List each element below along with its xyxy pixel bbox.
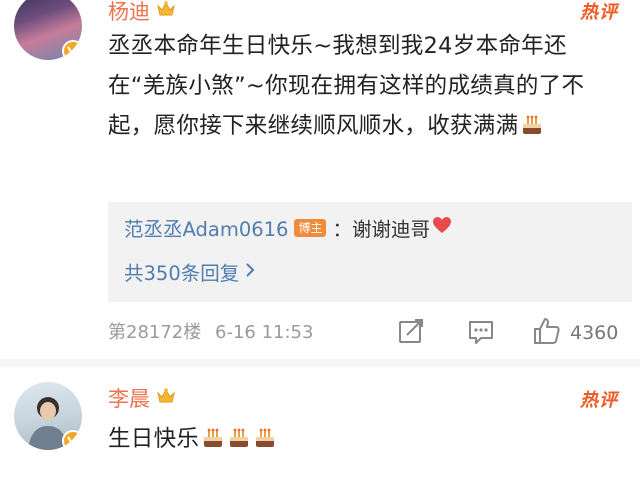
reply-text: ：谢谢迪哥 bbox=[332, 218, 430, 241]
comment-text: 生日快乐 bbox=[108, 419, 618, 462]
cake-icon bbox=[520, 109, 544, 149]
hot-comment-badge: 热评 bbox=[580, 2, 618, 23]
user-name[interactable]: 李晨 bbox=[108, 383, 176, 413]
like-icon bbox=[532, 316, 562, 350]
author-badge: 博主 bbox=[294, 218, 327, 237]
verified-icon bbox=[62, 40, 82, 60]
reply-preview: 范丞丞Adam0616 博主 ：谢谢迪哥 bbox=[124, 213, 452, 242]
action-bar: 4360 bbox=[0, 316, 640, 348]
comment-icon[interactable] bbox=[467, 319, 495, 349]
like-button[interactable]: 4360 bbox=[532, 316, 618, 350]
divider bbox=[0, 359, 640, 367]
chevron-right-icon bbox=[245, 260, 255, 283]
comment-text: 丞丞本命年生日快乐~我想到我24岁本命年还在“羌族小煞”~你现在拥有这样的成绩真… bbox=[108, 26, 618, 149]
avatar[interactable] bbox=[14, 382, 82, 450]
cake-icon bbox=[201, 422, 225, 462]
user-name[interactable]: 杨迪 bbox=[108, 0, 176, 26]
comment-item: 李晨 热评 生日快乐 bbox=[0, 368, 640, 492]
reply-box[interactable]: 范丞丞Adam0616 博主 ：谢谢迪哥 共350条回复 bbox=[108, 202, 632, 302]
verified-icon bbox=[62, 430, 82, 450]
crown-icon bbox=[156, 386, 176, 410]
hot-comment-badge: 热评 bbox=[580, 390, 618, 411]
comment-item: 杨迪 热评 丞丞本命年生日快乐~我想到我24岁本命年还在“羌族小煞”~你现在拥有… bbox=[0, 0, 640, 360]
crown-icon bbox=[156, 0, 176, 23]
reply-user[interactable]: 范丞丞Adam0616 bbox=[124, 213, 288, 242]
view-replies-link[interactable]: 共350条回复 bbox=[124, 257, 255, 286]
cake-icon bbox=[253, 422, 277, 462]
avatar[interactable] bbox=[14, 0, 82, 60]
share-icon[interactable] bbox=[398, 318, 424, 348]
heart-icon bbox=[432, 216, 452, 239]
like-count: 4360 bbox=[570, 322, 619, 344]
cake-icon bbox=[227, 422, 251, 462]
